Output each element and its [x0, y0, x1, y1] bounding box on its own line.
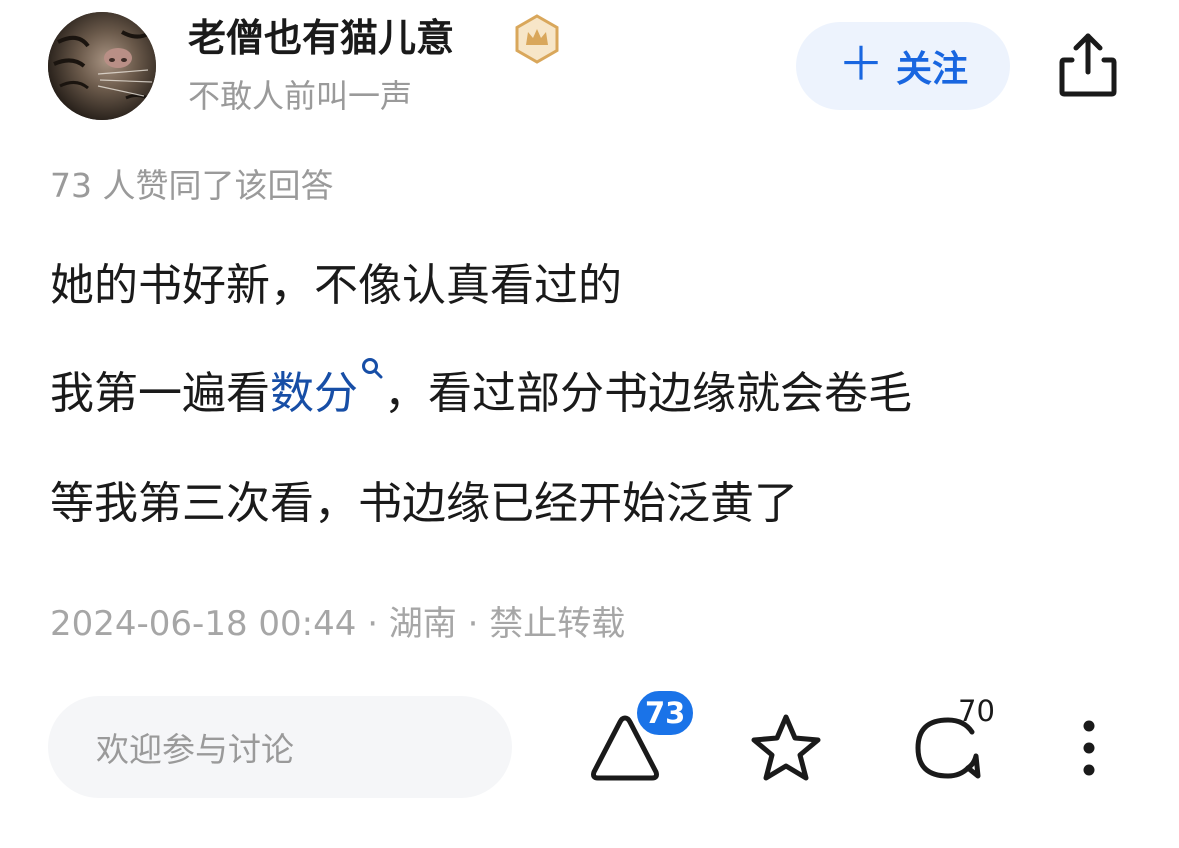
crown-badge-icon	[512, 14, 562, 64]
answer-text: 我第一遍看	[50, 368, 270, 419]
tiger-avatar-image	[48, 12, 156, 120]
follow-button[interactable]: ＋ 关注	[796, 22, 1010, 110]
keyword-search-link[interactable]: 数分	[270, 358, 384, 419]
plus-icon: ＋	[837, 37, 884, 91]
star-icon[interactable]	[748, 712, 824, 784]
share-icon[interactable]	[1056, 30, 1120, 98]
search-icon	[362, 358, 383, 379]
answer-meta: 2024-06-18 00:44 · 湖南 · 禁止转载	[50, 604, 626, 644]
answer-line: 等我第三次看，书边缘已经开始泛黄了	[50, 478, 798, 529]
comment-input[interactable]: 欢迎参与讨论	[48, 696, 512, 798]
answer-line: 我第一遍看数分 ，看过部分书边缘就会卷毛	[50, 358, 912, 424]
answer-line: 她的书好新，不像认真看过的	[50, 260, 622, 311]
keyword-text: 数分	[270, 368, 358, 419]
more-icon[interactable]	[1074, 718, 1104, 778]
avatar[interactable]	[48, 12, 156, 120]
author-bio: 不敢人前叫一声	[188, 77, 413, 115]
answer-text: ，看过部分书边缘就会卷毛	[384, 368, 912, 419]
author-name[interactable]: 老僧也有猫儿意	[188, 14, 454, 62]
like-summary: 73 人赞同了该回答	[50, 166, 334, 205]
comment-count: 70	[958, 694, 995, 728]
follow-label: 关注	[895, 49, 968, 90]
upvote-count-badge: 73	[634, 688, 697, 738]
